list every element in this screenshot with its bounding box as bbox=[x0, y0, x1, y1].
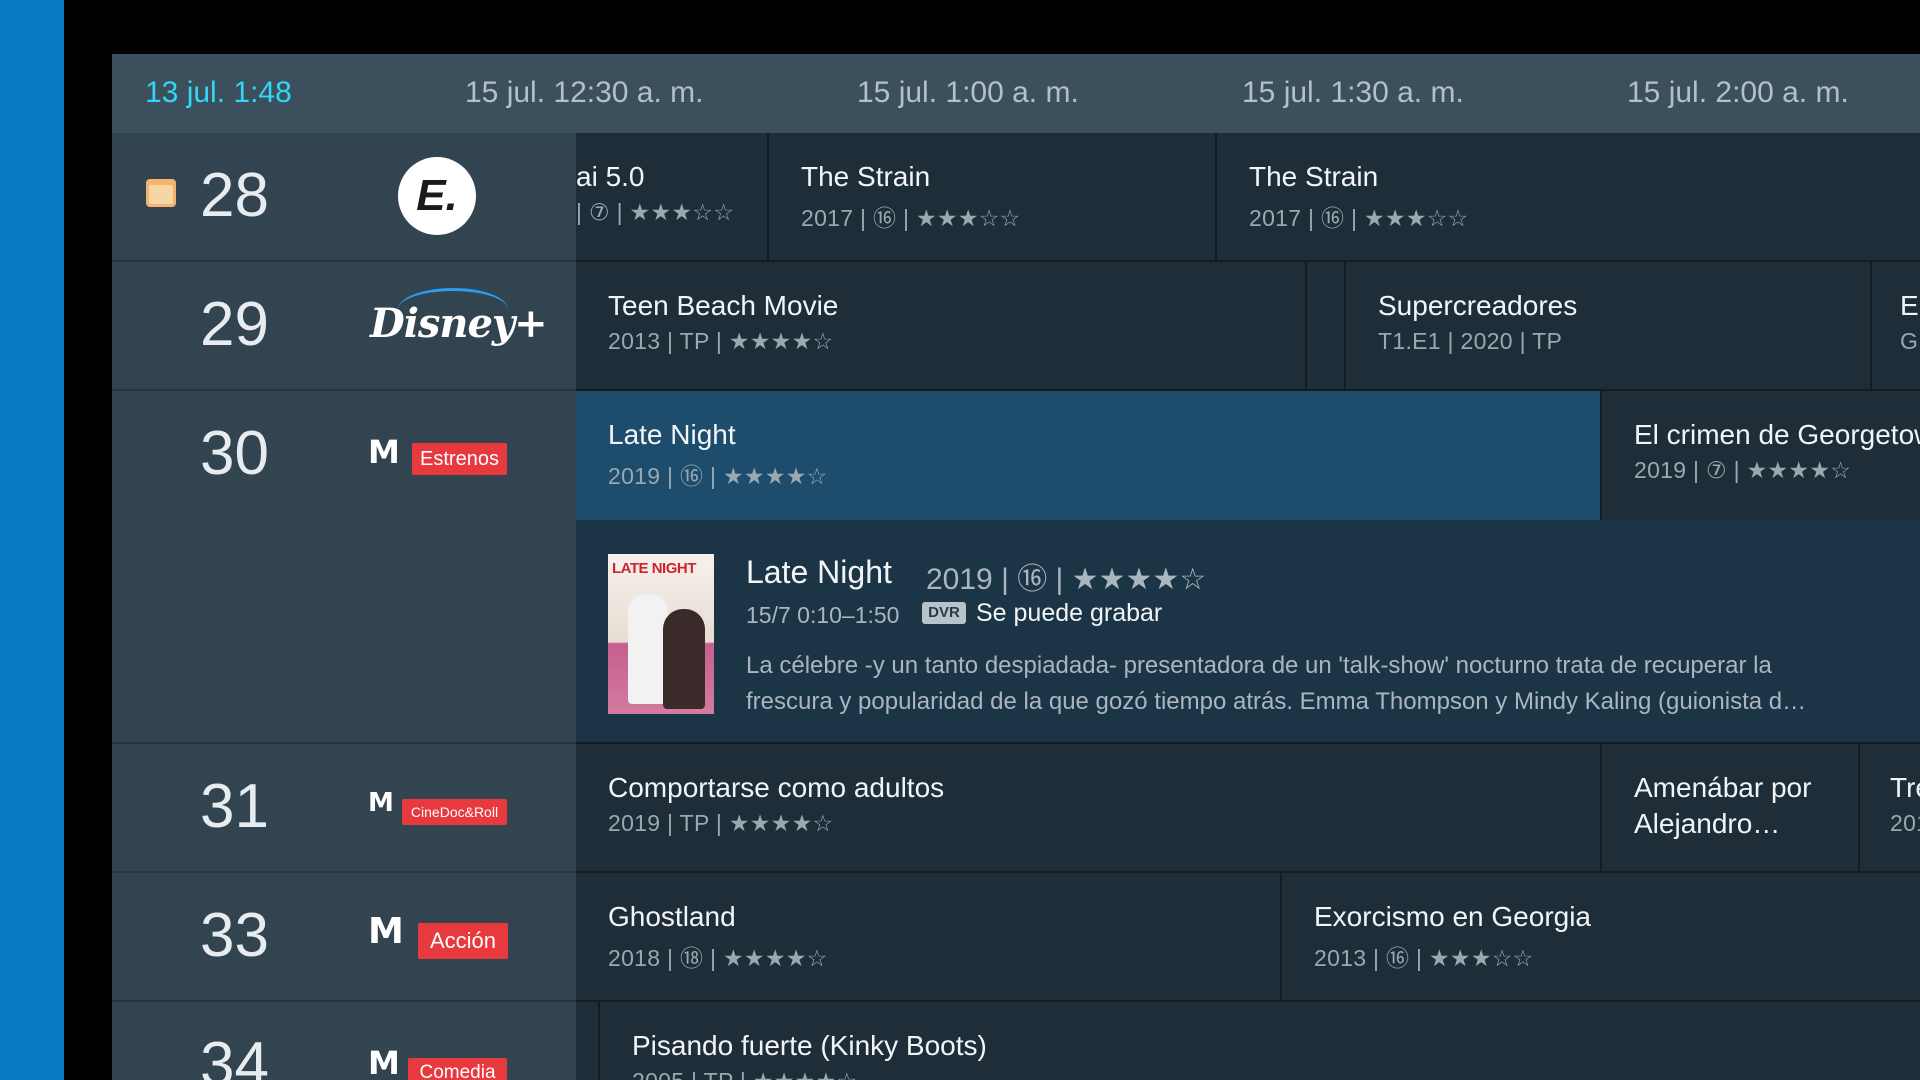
program-title: Ghostland bbox=[608, 901, 736, 932]
program-cell[interactable]: Supercreadores T1.E1 | 2020 | TP bbox=[1346, 262, 1872, 391]
program-meta: 2005 | TP | ★★★★☆ bbox=[632, 1068, 857, 1080]
channel-row-29[interactable]: 29 Disney+ bbox=[112, 262, 576, 391]
program-title: El crimen de Georgetown bbox=[1634, 419, 1920, 450]
detail-meta: 2019 | ⑯ | ★★★★☆ bbox=[926, 563, 1207, 596]
movistar-m-logo: M bbox=[368, 911, 404, 952]
channel-number: 28 bbox=[200, 161, 269, 230]
time-slot: 15 jul. 1:30 a. m. bbox=[1242, 76, 1464, 109]
program-meta: 2019 | TP | ★★★★☆ bbox=[608, 810, 834, 836]
detail-time: 15/7 0:10–1:50 bbox=[746, 602, 900, 628]
program-cell[interactable] bbox=[576, 1002, 600, 1080]
channel-number: 29 bbox=[200, 290, 269, 359]
program-row-30: Late Night 2019 | ⑯ | ★★★★☆ El crimen de… bbox=[576, 391, 1920, 520]
program-cell[interactable]: Ghostland 2018 | ⑱ | ★★★★☆ bbox=[576, 873, 1282, 1002]
program-meta: 2013 | TP | ★★★★☆ bbox=[608, 328, 834, 354]
program-meta: 2019 | ⑯ | ★★★★☆ bbox=[608, 463, 828, 489]
program-title: The Strain bbox=[801, 161, 931, 192]
program-row-34: Pisando fuerte (Kinky Boots) 2005 | TP |… bbox=[576, 1002, 1920, 1080]
time-slot: 15 jul. 12:30 a. m. bbox=[465, 76, 704, 109]
program-cell[interactable]: Comportarse como adultos 2019 | TP | ★★★… bbox=[576, 744, 1602, 873]
channel-list: 28 E. 29 Disney+ 30 M Estrenos 31 M Cine… bbox=[112, 133, 576, 1080]
program-meta: 2019 | ⑦ | ★★★★☆ bbox=[1634, 457, 1852, 483]
movistar-m-logo: M bbox=[368, 433, 400, 471]
program-grid: ai 5.0 | ⑦ | ★★★☆☆ The Strain 2017 | ⑯ |… bbox=[576, 133, 1920, 1080]
program-meta: 201 bbox=[1890, 810, 1920, 836]
program-title: Amenábar por bbox=[1634, 772, 1812, 803]
program-cell[interactable]: The Strain 2017 | ⑯ | ★★★☆☆ bbox=[1217, 133, 1920, 262]
program-meta: 2013 | ⑯ | ★★★☆☆ bbox=[1314, 945, 1534, 971]
program-meta: 2018 | ⑱ | ★★★★☆ bbox=[608, 945, 828, 971]
program-cell[interactable]: Amenábar por Alejandro… bbox=[1602, 744, 1860, 873]
channel-badge: CineDoc&Roll bbox=[402, 799, 507, 825]
program-meta: 2017 | ⑯ | ★★★☆☆ bbox=[1249, 205, 1469, 231]
program-title: Late Night bbox=[608, 419, 736, 450]
channel-row-30[interactable]: 30 M Estrenos bbox=[112, 391, 576, 744]
program-row-33: Ghostland 2018 | ⑱ | ★★★★☆ Exorcismo en … bbox=[576, 873, 1920, 1002]
poster-figure bbox=[663, 609, 705, 709]
dvr-badge: DVR bbox=[922, 602, 966, 624]
detail-title: Late Night bbox=[746, 554, 892, 590]
program-meta: | ⑦ | ★★★☆☆ bbox=[576, 199, 735, 225]
program-title: Supercreadores bbox=[1378, 290, 1578, 321]
program-row-31: Comportarse como adultos 2019 | TP | ★★★… bbox=[576, 744, 1920, 873]
current-time: 13 jul. 1:48 bbox=[145, 76, 292, 109]
program-cell[interactable]: El crimen de Georgetown 2019 | ⑦ | ★★★★☆ bbox=[1602, 391, 1920, 520]
program-title: Tre bbox=[1890, 772, 1920, 803]
program-cell[interactable]: Exorcismo en Georgia 2013 | ⑯ | ★★★☆☆ bbox=[1282, 873, 1920, 1002]
program-cell[interactable]: The Strain 2017 | ⑯ | ★★★☆☆ bbox=[769, 133, 1217, 262]
channel-row-31[interactable]: 31 M CineDoc&Roll bbox=[112, 744, 576, 873]
program-cell[interactable] bbox=[1307, 262, 1346, 391]
program-meta: T1.E1 | 2020 | TP bbox=[1378, 328, 1563, 354]
channel-number: 30 bbox=[200, 419, 269, 488]
recording-icon bbox=[146, 179, 176, 207]
channel-row-28[interactable]: 28 E. bbox=[112, 133, 576, 262]
program-row-29: Teen Beach Movie 2013 | TP | ★★★★☆ Super… bbox=[576, 262, 1920, 391]
channel-badge: Estrenos bbox=[412, 443, 507, 475]
energy-e-logo: E. bbox=[398, 157, 476, 235]
program-row-28: ai 5.0 | ⑦ | ★★★☆☆ The Strain 2017 | ⑯ |… bbox=[576, 133, 1920, 262]
tv-guide: 13 jul. 1:48 15 jul. 12:30 a. m. 15 jul.… bbox=[112, 54, 1920, 1080]
program-detail-panel: LATE NIGHT Late Night 2019 | ⑯ | ★★★★☆ 1… bbox=[576, 520, 1920, 744]
program-poster: LATE NIGHT bbox=[608, 554, 714, 714]
program-cell[interactable]: Tre 201 bbox=[1860, 744, 1920, 873]
program-title: Exorcismo en Georgia bbox=[1314, 901, 1592, 932]
program-title: The Strain bbox=[1249, 161, 1379, 192]
detail-description: La célebre -y un tanto despiadada- prese… bbox=[746, 652, 1807, 715]
channel-number: 34 bbox=[200, 1030, 269, 1080]
timeline-header: 13 jul. 1:48 15 jul. 12:30 a. m. 15 jul.… bbox=[112, 54, 1920, 133]
channel-badge: Comedia bbox=[408, 1058, 507, 1080]
program-cell[interactable]: Teen Beach Movie 2013 | TP | ★★★★☆ bbox=[576, 262, 1307, 391]
channel-number: 31 bbox=[200, 772, 269, 841]
time-slot: 15 jul. 2:00 a. m. bbox=[1627, 76, 1849, 109]
time-slot: 15 jul. 1:00 a. m. bbox=[857, 76, 1079, 109]
poster-figure bbox=[628, 594, 668, 704]
movistar-m-logo: M bbox=[368, 788, 394, 818]
program-title-line2: Alejandro… bbox=[1634, 808, 1781, 839]
program-meta: 2017 | ⑯ | ★★★☆☆ bbox=[801, 205, 1021, 231]
program-title: Teen Beach Movie bbox=[608, 290, 839, 321]
movistar-m-logo: M bbox=[368, 1044, 400, 1080]
program-cell[interactable]: Pisando fuerte (Kinky Boots) 2005 | TP |… bbox=[600, 1002, 1920, 1080]
program-cell[interactable]: El G bbox=[1872, 262, 1920, 391]
dvr-status: Se puede grabar bbox=[976, 599, 1163, 627]
channel-row-34[interactable]: 34 M Comedia bbox=[112, 1002, 576, 1080]
channel-badge: Acción bbox=[418, 923, 508, 959]
poster-title: LATE NIGHT bbox=[612, 560, 696, 577]
left-edge-strip bbox=[0, 0, 64, 1080]
disney-plus-logo: Disney+ bbox=[370, 300, 548, 347]
channel-number: 33 bbox=[200, 901, 269, 970]
program-title: ai 5.0 bbox=[576, 161, 645, 192]
program-meta: G bbox=[1900, 328, 1919, 354]
channel-row-33[interactable]: M 33 Acción bbox=[112, 873, 576, 1002]
program-title: El bbox=[1900, 290, 1920, 321]
program-cell[interactable]: ai 5.0 | ⑦ | ★★★☆☆ bbox=[576, 133, 769, 262]
program-title: Pisando fuerte (Kinky Boots) bbox=[632, 1030, 987, 1061]
program-title: Comportarse como adultos bbox=[608, 772, 945, 803]
program-cell-selected[interactable]: Late Night 2019 | ⑯ | ★★★★☆ bbox=[576, 391, 1602, 520]
